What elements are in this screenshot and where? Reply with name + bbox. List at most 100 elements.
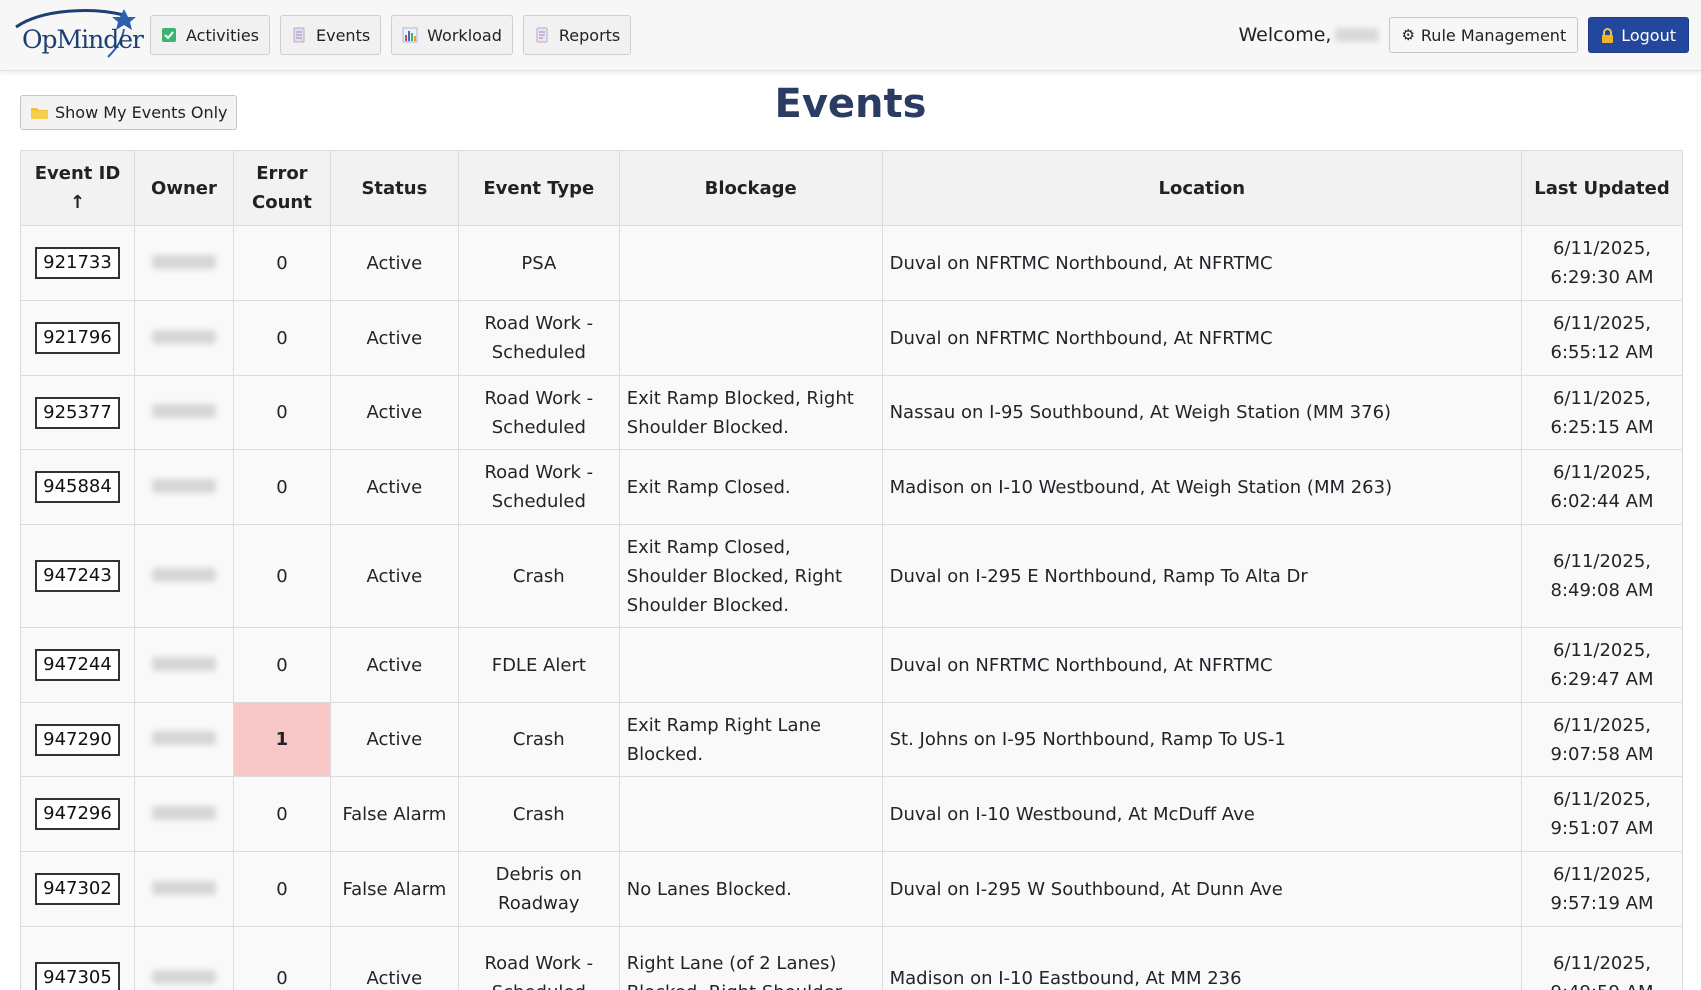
table-row: 947290 1 Active Crash Exit Ramp Right La… (20, 702, 1683, 777)
event-id-link[interactable]: 947243 (35, 560, 120, 592)
status-cell: Active (329, 702, 459, 777)
event-type-cell: Road Work - Scheduled (457, 375, 620, 450)
events-table: Event ID ↑ Owner Error Count Status Even… (20, 150, 1683, 990)
blockage-cell (618, 300, 883, 376)
event-id-cell: 945884 (20, 449, 135, 525)
blockage-cell (618, 225, 883, 301)
owner-cell (133, 627, 234, 703)
last-updated-cell: 6/11/2025, 6:55:12 AM (1521, 300, 1683, 376)
redacted-owner (151, 254, 216, 269)
owner-cell (133, 851, 234, 927)
event-type-cell: Crash (457, 524, 620, 628)
status-cell: Active (329, 627, 459, 703)
event-id-link[interactable]: 947302 (35, 873, 120, 905)
column-header-status[interactable]: Status (329, 150, 459, 226)
redacted-owner (151, 567, 216, 582)
event-type-cell: Crash (457, 776, 620, 852)
event-id-link[interactable]: 947244 (35, 649, 120, 681)
error-count-cell-highlighted: 1 (232, 702, 331, 777)
event-id-cell: 925377 (20, 375, 135, 450)
error-count-cell: 0 (232, 449, 331, 525)
status-cell: Active (329, 926, 459, 990)
event-id-cell: 947243 (20, 524, 135, 628)
blockage-cell: Exit Ramp Closed, Shoulder Blocked, Righ… (618, 524, 883, 628)
opminder-logo[interactable]: OpMinder (12, 5, 144, 65)
table-row: 947305 0 Active Road Work - Scheduled Ri… (20, 926, 1683, 990)
table-row: 921733 0 Active PSA Duval on NFRTMC Nort… (20, 225, 1683, 301)
event-id-cell: 947290 (20, 702, 135, 777)
column-header-location[interactable]: Location (881, 150, 1523, 226)
lock-icon (1602, 27, 1614, 43)
nav-events-button[interactable]: Events (280, 15, 382, 55)
blockage-cell: Exit Ramp Closed. (618, 449, 883, 525)
location-cell: Duval on NFRTMC Northbound, At NFRTMC (881, 300, 1523, 376)
owner-cell (133, 449, 234, 525)
location-cell: Duval on NFRTMC Northbound, At NFRTMC (881, 627, 1523, 703)
rule-management-button[interactable]: ⚙ Rule Management (1389, 17, 1579, 53)
table-row: 945884 0 Active Road Work - Scheduled Ex… (20, 449, 1683, 525)
main-content: Events Show My Events Only Event ID ↑ Ow… (0, 71, 1701, 990)
owner-cell (133, 225, 234, 301)
redacted-owner (151, 404, 216, 418)
event-id-link[interactable]: 921733 (35, 247, 120, 279)
owner-cell (133, 776, 234, 852)
location-cell: Nassau on I-95 Southbound, At Weigh Stat… (881, 375, 1523, 450)
status-cell: Active (329, 375, 459, 450)
owner-cell (133, 926, 234, 990)
column-header-blockage[interactable]: Blockage (618, 150, 883, 226)
event-id-cell: 947305 (20, 926, 135, 990)
redacted-owner (151, 329, 216, 344)
error-count-cell: 0 (232, 776, 331, 852)
last-updated-cell: 6/11/2025, 6:25:15 AM (1521, 375, 1683, 450)
status-cell: Active (329, 449, 459, 525)
column-header-event-id[interactable]: Event ID ↑ (20, 150, 135, 226)
event-type-cell: Debris on Roadway (457, 851, 620, 927)
error-count-cell: 0 (232, 375, 331, 450)
location-cell: Madison on I-10 Eastbound, At MM 236 (881, 926, 1523, 990)
redacted-username (1335, 28, 1380, 42)
column-header-event-type[interactable]: Event Type (457, 150, 620, 226)
table-row: 947243 0 Active Crash Exit Ramp Closed, … (20, 524, 1683, 628)
blockage-cell: Exit Ramp Right Lane Blocked. (618, 702, 883, 777)
top-navbar: OpMinder Activities Events Workload Repo… (0, 0, 1701, 71)
error-count-cell: 0 (232, 627, 331, 703)
show-my-events-button[interactable]: Show My Events Only (20, 95, 237, 130)
welcome-label: Welcome, (1238, 24, 1332, 46)
logout-button[interactable]: Logout (1588, 17, 1689, 53)
owner-cell (133, 524, 234, 628)
gear-icon: ⚙ (1401, 26, 1415, 44)
table-row: 921796 0 Active Road Work - Scheduled Du… (20, 300, 1683, 376)
last-updated-cell: 6/11/2025, 6:29:30 AM (1521, 225, 1683, 301)
nav-reports-label: Reports (558, 25, 621, 45)
status-cell: False Alarm (329, 776, 459, 852)
owner-cell (133, 375, 234, 450)
event-id-link[interactable]: 945884 (35, 471, 120, 503)
status-cell: False Alarm (329, 851, 459, 927)
error-count-cell: 0 (232, 225, 331, 301)
column-header-error-count[interactable]: Error Count (232, 150, 331, 226)
nav-activities-button[interactable]: Activities (150, 15, 270, 55)
event-id-link[interactable]: 921796 (35, 322, 120, 354)
page-header-row: Events Show My Events Only (20, 71, 1681, 150)
last-updated-cell: 6/11/2025, 8:49:08 AM (1521, 524, 1683, 628)
event-type-cell: Road Work - Scheduled (457, 926, 620, 990)
last-updated-cell: 6/11/2025, 9:07:58 AM (1521, 702, 1683, 777)
event-id-link[interactable]: 925377 (35, 396, 120, 429)
location-cell: Duval on I-295 W Southbound, At Dunn Ave (881, 851, 1523, 927)
redacted-owner (151, 880, 216, 895)
event-id-link[interactable]: 947305 (35, 962, 120, 990)
owner-cell (133, 300, 234, 376)
nav-workload-button[interactable]: Workload (391, 15, 513, 55)
event-id-cell: 921796 (20, 300, 135, 376)
event-id-link[interactable]: 947296 (35, 798, 120, 830)
column-header-owner[interactable]: Owner (133, 150, 234, 226)
event-id-link[interactable]: 947290 (35, 723, 120, 756)
nav-reports-button[interactable]: Reports (522, 15, 632, 55)
location-cell: Duval on NFRTMC Northbound, At NFRTMC (881, 225, 1523, 301)
bar-chart-icon (402, 27, 418, 43)
event-type-cell: Road Work - Scheduled (457, 300, 620, 376)
column-header-last-updated[interactable]: Last Updated (1521, 150, 1683, 226)
event-id-cell: 947296 (20, 776, 135, 852)
blockage-cell: Right Lane (of 2 Lanes) Blocked, Right S… (618, 926, 883, 990)
last-updated-cell: 6/11/2025, 9:49:59 AM (1521, 926, 1683, 990)
